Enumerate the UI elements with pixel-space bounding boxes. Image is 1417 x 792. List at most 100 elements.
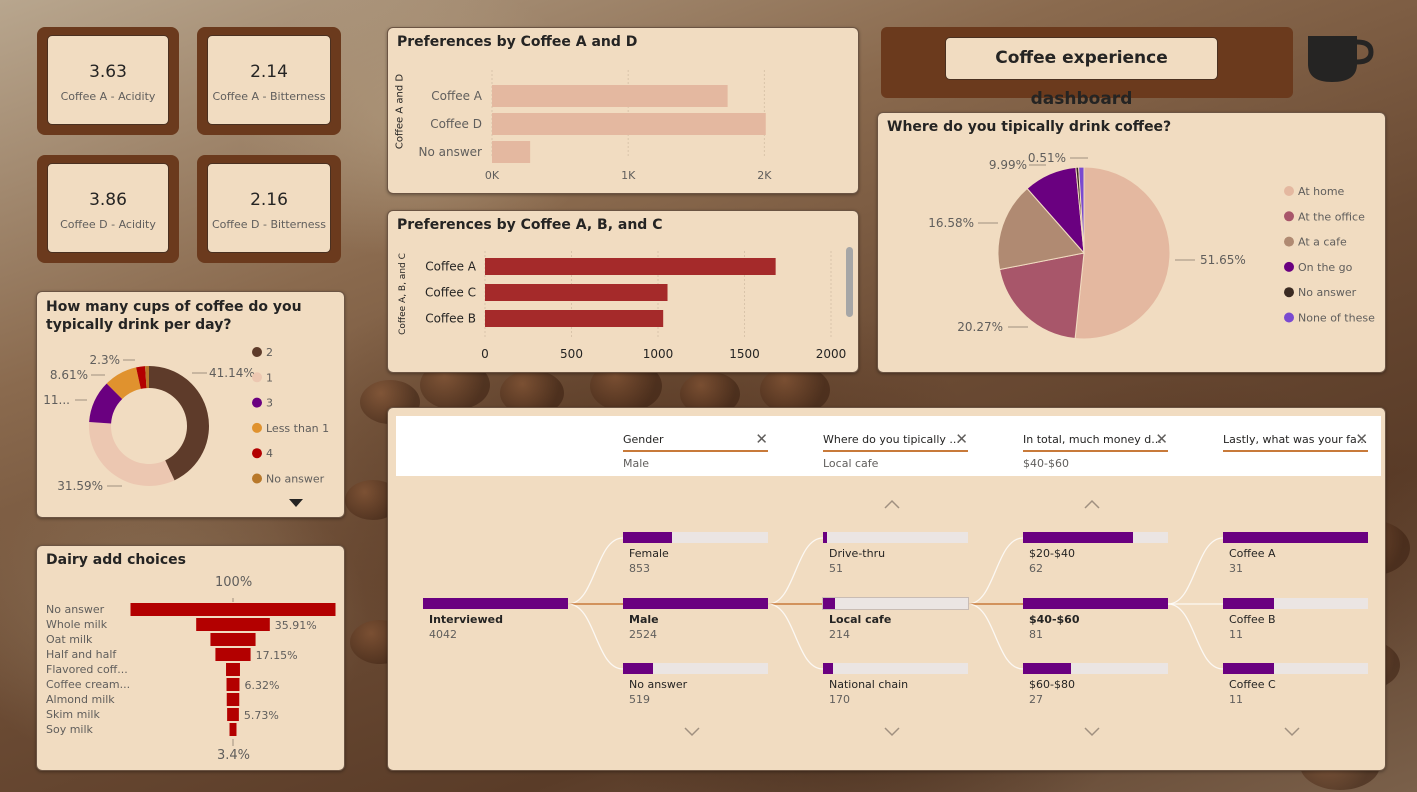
tree-link (967, 537, 1024, 605)
legend-label: At the office (1298, 210, 1365, 223)
legend-label: No answer (266, 473, 325, 486)
legend-label: Less than 1 (266, 422, 329, 435)
bar (492, 85, 728, 107)
tree-node[interactable]: Drive-thru 51 (823, 532, 968, 575)
chevron-down-icon (1084, 727, 1100, 737)
tree-node[interactable]: Local cafe 214 (822, 597, 969, 641)
dairy-card: Dairy add choices 100% 3.4% No answer Who… (36, 545, 345, 771)
category-label: No answer (419, 145, 483, 159)
tick-label: 0 (481, 347, 489, 361)
node-bar (1223, 598, 1274, 609)
legend-label: At a cafe (1298, 236, 1347, 249)
chevron-down-icon[interactable] (289, 499, 303, 508)
tree-node[interactable]: Interviewed 4042 (423, 598, 568, 641)
bar (492, 113, 766, 135)
slice (1074, 166, 1171, 340)
tree-node[interactable]: $60-$80 27 (1023, 663, 1168, 706)
legend-marker (252, 372, 262, 383)
slice (89, 422, 175, 486)
tree-link (967, 603, 1024, 670)
node-bar (623, 598, 768, 609)
category-label: Flavored coff... (46, 663, 128, 676)
category-label: Coffee D (430, 117, 482, 131)
data-label: 31.59% (57, 479, 103, 493)
kpi-value: 2.14 (250, 62, 288, 82)
data-label: 20.27% (957, 320, 1003, 334)
chevron-down-icon (1284, 727, 1300, 737)
funnel-bar (226, 663, 240, 676)
node-name: $20-$40 (1029, 547, 1075, 560)
tree-node[interactable]: Female 853 (623, 532, 768, 575)
coffee-cup-icon (1308, 36, 1374, 82)
tree-links (567, 499, 1300, 737)
legend-marker (1284, 261, 1294, 272)
category-label: Coffee B (425, 312, 476, 326)
tree-node[interactable]: Coffee C 11 (1223, 663, 1368, 706)
data-label: 5.73% (244, 709, 279, 722)
legend-marker (252, 397, 262, 408)
node-bar (423, 598, 568, 609)
data-label: 11... (43, 393, 70, 407)
node-bar (623, 532, 673, 543)
chevron-up-icon (1084, 499, 1100, 509)
category-label: Coffee A (431, 89, 483, 103)
node-name: Interviewed (429, 613, 503, 626)
bar (485, 284, 668, 301)
node-bar (823, 598, 835, 609)
category-label: Half and half (46, 648, 117, 661)
node-bar-track (823, 663, 968, 674)
decomposition-tree-card: Gender ✕ Male Where do you tipically ... … (387, 407, 1386, 771)
node-bar (823, 532, 828, 543)
tree-node[interactable]: Coffee A 31 (1223, 532, 1368, 575)
category-label: Soy milk (46, 723, 94, 736)
legend-marker (252, 422, 262, 433)
node-name: Coffee A (1229, 547, 1276, 560)
data-label: 41.14% (209, 366, 255, 380)
legend-marker (252, 473, 262, 484)
kpi-card-d-bitterness: 2.16 Coffee D - Bitterness (197, 155, 341, 263)
tree-node[interactable]: Male 2524 (623, 598, 768, 641)
data-label: 51.65% (1200, 253, 1246, 267)
tree-link (767, 603, 824, 670)
node-bar (1023, 663, 1071, 674)
scrollbar[interactable] (846, 247, 853, 317)
kpi-label: Coffee D - Acidity (60, 218, 156, 231)
dairy-funnel-chart: No answer Whole milk 35.91% Oat milk Half an… (46, 598, 336, 746)
tree-node[interactable]: National chain 170 (823, 663, 968, 706)
funnel-bar (229, 723, 237, 736)
kpi-label: Coffee D - Bitterness (212, 218, 326, 231)
tick-label: 1500 (729, 347, 760, 361)
tree-node[interactable]: No answer 519 (623, 663, 768, 706)
funnel-bar (226, 678, 240, 691)
funnel-bar (227, 708, 239, 721)
data-label: 17.15% (256, 649, 298, 662)
chevron-path (884, 499, 900, 509)
node-bar (1223, 663, 1274, 674)
node-value: 170 (829, 693, 850, 706)
tree-link (567, 603, 624, 670)
legend-marker (252, 448, 262, 459)
tree-link (1167, 537, 1224, 605)
node-name: National chain (829, 678, 909, 691)
tree-node[interactable]: $20-$40 62 (1023, 532, 1168, 575)
tick-label: 0K (485, 169, 500, 182)
legend-marker (1284, 186, 1294, 196)
data-label: 35.91% (275, 619, 317, 632)
node-name: Local cafe (829, 613, 892, 626)
node-value: 81 (1029, 628, 1043, 641)
legend-label: At home (1298, 185, 1345, 198)
legend-label: No answer (1298, 286, 1357, 299)
funnel-bar (215, 648, 251, 661)
node-bar (1223, 532, 1368, 543)
node-name: Coffee B (1229, 613, 1276, 626)
data-label: 6.32% (244, 679, 279, 692)
node-value: 214 (829, 628, 850, 641)
funnel-bar (226, 693, 240, 706)
dashboard-title-box: Coffee experience dashboard (945, 37, 1218, 109)
category-label: Skim milk (46, 708, 100, 721)
kpi-label: Coffee A - Acidity (60, 90, 156, 103)
tree-node[interactable]: $40-$60 81 (1023, 598, 1168, 641)
tick-label: 2K (757, 169, 772, 182)
tree-node[interactable]: Coffee B 11 (1223, 598, 1368, 641)
kpi-label: Coffee A - Bitterness (212, 90, 326, 103)
